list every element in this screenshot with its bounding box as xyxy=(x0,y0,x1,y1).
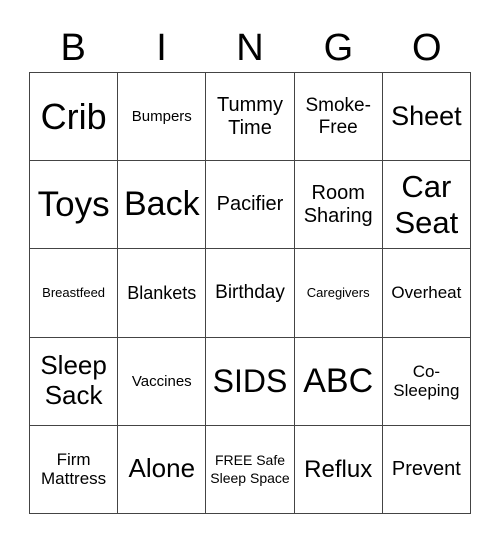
bingo-cell[interactable]: Overheat xyxy=(382,249,471,338)
bingo-cell[interactable]: Co-Sleeping xyxy=(382,337,471,426)
bingo-cell-text: Pacifier xyxy=(216,193,284,216)
bingo-cell[interactable]: ABC xyxy=(294,337,383,426)
bingo-cell[interactable]: FREE Safe Sleep Space xyxy=(206,425,295,514)
bingo-cell-text: Prevent xyxy=(391,457,461,480)
header-letter-i: I xyxy=(156,27,167,69)
bingo-cell[interactable]: Car Seat xyxy=(382,161,471,250)
bingo-cell-text: Alone xyxy=(128,453,196,484)
header-letter-g: G xyxy=(323,27,354,69)
bingo-cell[interactable]: Caregivers xyxy=(294,249,383,338)
bingo-cell-text: Co-Sleeping xyxy=(393,361,460,401)
bingo-cell-text: Vaccines xyxy=(131,372,192,390)
bingo-cell[interactable]: Reflux xyxy=(294,425,383,514)
bingo-cell[interactable]: SIDS xyxy=(206,337,295,426)
bingo-cell-text: Blankets xyxy=(127,282,197,303)
bingo-cell-text: Overheat xyxy=(391,283,462,303)
header-letter-b: B xyxy=(60,27,86,69)
bingo-cell[interactable]: Blankets xyxy=(118,249,207,338)
bingo-cell-text: Tummy Time xyxy=(217,93,283,139)
bingo-cell-text: Toys xyxy=(37,184,110,224)
bingo-cell-text: Sleep Sack xyxy=(40,350,107,411)
bingo-cell-text: ABC xyxy=(303,361,374,400)
bingo-cell-text: FREE Safe Sleep Space xyxy=(210,451,290,487)
bingo-cell-text: Car Seat xyxy=(394,169,459,240)
bingo-cell[interactable]: Prevent xyxy=(382,425,471,514)
bingo-cell-text: Bumpers xyxy=(131,107,192,125)
bingo-cell[interactable]: Birthday xyxy=(206,249,295,338)
bingo-cell-text: Smoke-Free xyxy=(305,94,371,138)
bingo-grid: Crib Bumpers Tummy Time Smoke-Free Sheet Toys… xyxy=(29,72,471,514)
bingo-cell-text: Crib xyxy=(40,95,107,137)
bingo-cell-text: Birthday xyxy=(215,282,285,304)
bingo-cell[interactable]: Tummy Time xyxy=(206,73,295,162)
bingo-cell-text: Breastfeed xyxy=(42,284,106,300)
bingo-header: B I N G O xyxy=(29,26,471,70)
bingo-cell[interactable]: Sheet xyxy=(382,73,471,162)
bingo-cell[interactable]: Smoke-Free xyxy=(294,73,383,162)
bingo-cell[interactable]: Pacifier xyxy=(206,161,295,250)
bingo-cell-text: Room Sharing xyxy=(303,181,373,227)
bingo-cell[interactable]: Room Sharing xyxy=(294,161,383,250)
bingo-cell[interactable]: Crib xyxy=(30,73,119,162)
bingo-cell-text: Back xyxy=(123,185,200,224)
bingo-cell[interactable]: Toys xyxy=(30,161,119,250)
bingo-cell-text: Firm Mattress xyxy=(41,449,107,489)
bingo-cell-text: Caregivers xyxy=(306,284,370,300)
bingo-cell-text: SIDS xyxy=(212,362,288,399)
bingo-cell[interactable]: Back xyxy=(118,161,207,250)
bingo-cell-text: Sheet xyxy=(391,101,462,132)
bingo-cell[interactable]: Vaccines xyxy=(118,337,207,426)
bingo-cell-text: Reflux xyxy=(304,455,373,483)
header-letter-n: N xyxy=(236,27,264,69)
bingo-cell[interactable]: Breastfeed xyxy=(30,249,119,338)
bingo-cell[interactable]: Firm Mattress xyxy=(30,425,119,514)
bingo-cell[interactable]: Alone xyxy=(118,425,207,514)
header-letter-o: O xyxy=(411,27,442,69)
bingo-cell[interactable]: Bumpers xyxy=(118,73,207,162)
bingo-cell[interactable]: Sleep Sack xyxy=(30,337,119,426)
